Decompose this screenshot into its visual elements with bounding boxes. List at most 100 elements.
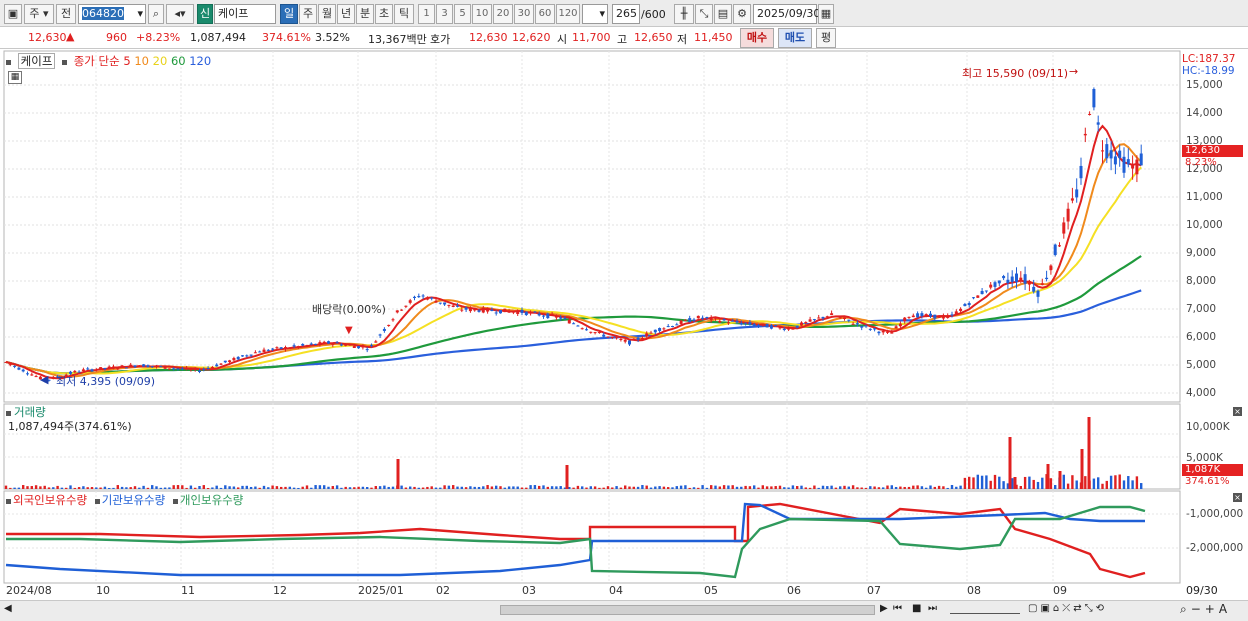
volume-bar	[1118, 474, 1121, 489]
speaker-icon[interactable]: ◂▾	[166, 4, 194, 24]
volume-bar	[39, 486, 42, 489]
calendar-icon[interactable]: ▦	[818, 4, 834, 24]
volume-bar	[538, 485, 541, 489]
chart-canvas[interactable]	[0, 49, 1248, 621]
volume-bar	[1087, 417, 1091, 489]
candle-body	[124, 367, 128, 369]
square-icon	[62, 60, 68, 65]
candle-body	[378, 334, 382, 336]
interval-3[interactable]: 3	[436, 4, 453, 24]
table-icon[interactable]: ▦	[8, 71, 22, 84]
period-minute[interactable]: 분	[356, 4, 374, 24]
volume-bar	[9, 487, 12, 489]
candle-body	[602, 334, 606, 337]
volume-title[interactable]: 거래량	[14, 405, 46, 419]
candle-body	[232, 358, 236, 361]
scroll-right-icon[interactable]: ▶	[880, 603, 888, 614]
candle-body	[236, 356, 240, 360]
candle-body	[451, 305, 455, 307]
candle-body	[421, 295, 425, 297]
interval-30[interactable]: 30	[514, 4, 534, 24]
forward-icon[interactable]: ⏭	[928, 603, 937, 614]
rewind-icon[interactable]: ⏮	[893, 603, 902, 614]
period-year[interactable]: 년	[337, 4, 355, 24]
volume-bar	[344, 486, 347, 489]
volume-bar	[267, 487, 270, 489]
candle-body	[443, 302, 447, 305]
candle-body	[924, 314, 928, 316]
candle-body	[34, 376, 38, 378]
volume-bar	[241, 485, 244, 489]
stock-name-field[interactable]: 케이프	[214, 4, 276, 24]
close-icon[interactable]: ×	[1233, 407, 1242, 416]
ma-title[interactable]: 종가 단순	[74, 54, 120, 68]
interval-60[interactable]: 60	[535, 4, 555, 24]
search-icon[interactable]: ⌕	[148, 4, 164, 24]
pane-frame	[3, 50, 1181, 403]
candle-body	[1135, 159, 1139, 175]
close-icon[interactable]: ×	[1233, 493, 1242, 502]
candle-body	[1092, 89, 1096, 108]
interval-10[interactable]: 10	[472, 4, 492, 24]
crosshair-icon[interactable]: ⤡	[695, 4, 713, 24]
dividend-annotation: 배당락(0.00%)	[312, 303, 386, 316]
candle-body	[817, 317, 821, 319]
candle-body	[241, 355, 244, 357]
period-month[interactable]: 월	[318, 4, 336, 24]
code-input[interactable]: 064820 ▾	[78, 4, 146, 24]
candle-body	[666, 326, 670, 328]
buy-button[interactable]: 매수	[740, 28, 774, 48]
tool-icons[interactable]: ▢▣⌂⤫⇄⤡⟲	[1028, 603, 1107, 614]
prev-button[interactable]: 전	[56, 4, 76, 24]
candle-body	[980, 290, 984, 295]
interval-custom-input[interactable]: ▾	[582, 4, 608, 24]
avg-button[interactable]: 평	[816, 28, 836, 48]
candle-body	[486, 308, 490, 312]
market-select[interactable]: 주 ▾	[24, 4, 54, 24]
candle-body	[1058, 245, 1061, 247]
interval-20[interactable]: 20	[493, 4, 513, 24]
interval-1[interactable]: 1	[418, 4, 435, 24]
square-icon	[6, 60, 11, 65]
window-icon[interactable]: ▣	[4, 4, 22, 24]
volume-bar	[1122, 480, 1126, 489]
stock-name-tag[interactable]: 케이프	[17, 53, 56, 69]
inst-label[interactable]: 기관보유수량	[102, 493, 165, 507]
high-label: 고	[617, 33, 628, 46]
volume-bar	[409, 486, 412, 489]
count-input[interactable]: 265	[612, 4, 640, 24]
period-week[interactable]: 주	[299, 4, 317, 24]
foreign-label[interactable]: 외국인보유수량	[13, 493, 87, 507]
scrollbar-thumb[interactable]	[500, 605, 875, 615]
candle-body	[782, 328, 786, 330]
candle-body	[1053, 244, 1057, 256]
candle-icon[interactable]: ╫	[674, 4, 694, 24]
volume-bar	[598, 487, 601, 489]
stop-icon[interactable]: ■	[912, 603, 921, 614]
volume-bar	[894, 486, 898, 489]
candle-body	[662, 328, 666, 330]
candle-body	[417, 296, 421, 298]
interval-5[interactable]: 5	[454, 4, 471, 24]
gear-icon[interactable]: ⚙	[733, 4, 751, 24]
period-second[interactable]: 초	[375, 4, 393, 24]
zoom-slider[interactable]	[950, 604, 1020, 614]
candle-body	[658, 328, 662, 331]
candle-body	[26, 373, 29, 375]
interval-120[interactable]: 120	[556, 4, 580, 24]
zoom-icons[interactable]: ⌕−+A	[1180, 602, 1231, 617]
retail-label[interactable]: 개인보유수량	[180, 493, 243, 507]
candle-body	[834, 316, 838, 318]
sell-button[interactable]: 매도	[778, 28, 812, 48]
save-icon[interactable]: ▤	[714, 4, 732, 24]
date-input[interactable]: 2025/09/30	[753, 4, 820, 24]
period-tick[interactable]: 틱	[394, 4, 414, 24]
candle-body	[1118, 150, 1122, 158]
scroll-left-icon[interactable]: ◀	[4, 603, 12, 614]
candle-body	[133, 365, 137, 368]
candle-body	[284, 347, 287, 350]
volume-bar	[933, 486, 936, 489]
period-day[interactable]: 일	[280, 4, 298, 24]
volume-bar	[765, 486, 769, 489]
volume-bar	[189, 485, 193, 489]
